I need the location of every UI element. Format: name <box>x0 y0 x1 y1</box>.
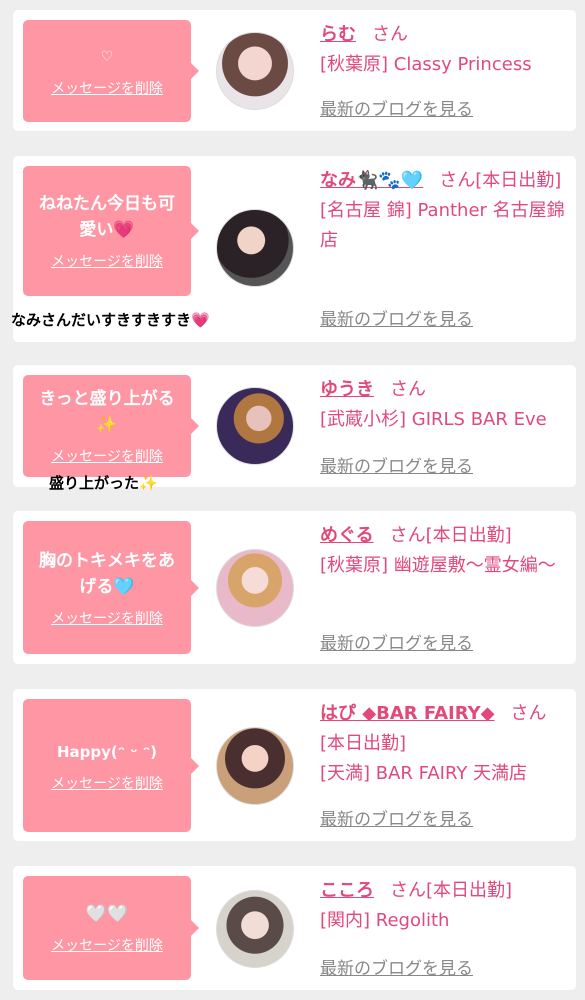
shop-text: [秋葉原] 幽遊屋敷〜霊女編〜 <box>320 555 556 576</box>
profile-info: ゆうき さん [武蔵小杉] GIRLS BAR Eve <box>320 375 568 435</box>
message-bubble: ねねたん今日も可愛い💗 メッセージを削除 <box>23 166 199 296</box>
shop-text: [名古屋 錦] Panther 名古屋錦店 <box>320 200 565 251</box>
overlay-caption: なみさんだいすきすきすき💗 <box>11 311 210 329</box>
status-text: [本日出勤] <box>426 880 513 901</box>
delete-message-link[interactable]: メッセージを削除 <box>51 773 163 793</box>
profile-info: めぐる さん[本日出勤] [秋葉原] 幽遊屋敷〜霊女編〜 <box>320 521 568 581</box>
profile-info: なみ🐈‍⬛🐾🩵 さん[本日出勤] [名古屋 錦] Panther 名古屋錦店 <box>320 166 568 256</box>
honorific: さん <box>372 24 408 45</box>
blog-link[interactable]: 最新のブログを見る <box>320 305 473 330</box>
honorific: さん <box>389 525 426 546</box>
message-card: Happy(ᵔ ᵕ ᵔ) メッセージを削除 はぴ ◆BAR FAIRY◆ さん [… <box>13 689 576 841</box>
delete-message-link[interactable]: メッセージを削除 <box>51 446 163 466</box>
avatar[interactable] <box>216 209 294 287</box>
profile-info: らむ さん [秋葉原] Classy Princess <box>320 20 568 80</box>
message-bubble: Happy(ᵔ ᵕ ᵔ) メッセージを削除 <box>23 699 199 832</box>
honorific: さん <box>390 880 426 901</box>
profile-info: こころ さん[本日出勤] [関内] Regolith <box>320 876 568 936</box>
honorific: さん <box>439 170 476 191</box>
shop-text: [関内] Regolith <box>320 910 450 931</box>
shop-text: [天満] BAR FAIRY 天満店 <box>320 763 528 784</box>
message-card: きっと盛り上がる✨ メッセージを削除 ゆうき さん [武蔵小杉] GIRLS BA… <box>13 365 576 487</box>
delete-message-link[interactable]: メッセージを削除 <box>51 608 163 628</box>
avatar[interactable] <box>216 387 294 465</box>
avatar[interactable] <box>216 32 294 110</box>
message-text: ♡ <box>100 49 114 65</box>
message-card: 胸のトキメキをあげる🩵 メッセージを削除 めぐる さん[本日出勤] [秋葉原] 幽… <box>13 511 576 664</box>
cast-name-link[interactable]: らむ <box>320 24 356 45</box>
shop-text: [秋葉原] Classy Princess <box>320 54 532 75</box>
cast-name-link[interactable]: なみ🐈‍⬛🐾🩵 <box>320 170 423 191</box>
message-bubble: 胸のトキメキをあげる🩵 メッセージを削除 <box>23 521 199 654</box>
cast-name-link[interactable]: めぐる <box>320 525 374 546</box>
blog-link[interactable]: 最新のブログを見る <box>320 629 473 654</box>
honorific: さん <box>510 703 547 724</box>
blog-link[interactable]: 最新のブログを見る <box>320 95 473 120</box>
overlay-caption: 盛り上がった✨ <box>49 474 158 492</box>
status-text: [本日出勤] <box>425 525 512 546</box>
honorific: さん <box>390 379 426 400</box>
delete-message-link[interactable]: メッセージを削除 <box>51 251 163 271</box>
blog-link[interactable]: 最新のブログを見る <box>320 452 473 477</box>
message-text: ねねたん今日も可愛い💗 <box>39 194 175 240</box>
profile-info: はぴ ◆BAR FAIRY◆ さん [本日出勤] [天満] BAR FAIRY 天… <box>320 699 568 789</box>
delete-message-link[interactable]: メッセージを削除 <box>51 935 163 955</box>
message-text: Happy(ᵔ ᵕ ᵔ) <box>56 742 158 761</box>
shop-text: [武蔵小杉] GIRLS BAR Eve <box>320 409 547 430</box>
delete-message-link[interactable]: メッセージを削除 <box>51 78 163 98</box>
avatar[interactable] <box>216 549 294 627</box>
cast-name-link[interactable]: ゆうき <box>320 379 374 400</box>
message-card: ♡ メッセージを削除 らむ さん [秋葉原] Classy Princess 最新… <box>13 10 576 131</box>
message-bubble: ♡ メッセージを削除 <box>23 20 199 122</box>
message-bubble: きっと盛り上がる✨ メッセージを削除 <box>23 375 199 477</box>
message-text: 胸のトキメキをあげる🩵 <box>39 550 175 597</box>
avatar[interactable] <box>216 727 294 805</box>
blog-link[interactable]: 最新のブログを見る <box>320 954 473 979</box>
message-text: きっと盛り上がる✨ <box>39 389 175 435</box>
blog-link[interactable]: 最新のブログを見る <box>320 805 473 830</box>
message-bubble: 🤍🤍 メッセージを削除 <box>23 876 199 980</box>
status-text: [本日出勤] <box>475 170 562 191</box>
message-text: 🤍🤍 <box>85 904 129 924</box>
message-card: 🤍🤍 メッセージを削除 こころ さん[本日出勤] [関内] Regolith 最新… <box>13 866 576 990</box>
cast-name-link[interactable]: こころ <box>320 880 374 901</box>
cast-name-link[interactable]: はぴ ◆BAR FAIRY◆ <box>320 703 495 724</box>
status-text: [本日出勤] <box>320 733 407 754</box>
avatar[interactable] <box>216 890 294 968</box>
